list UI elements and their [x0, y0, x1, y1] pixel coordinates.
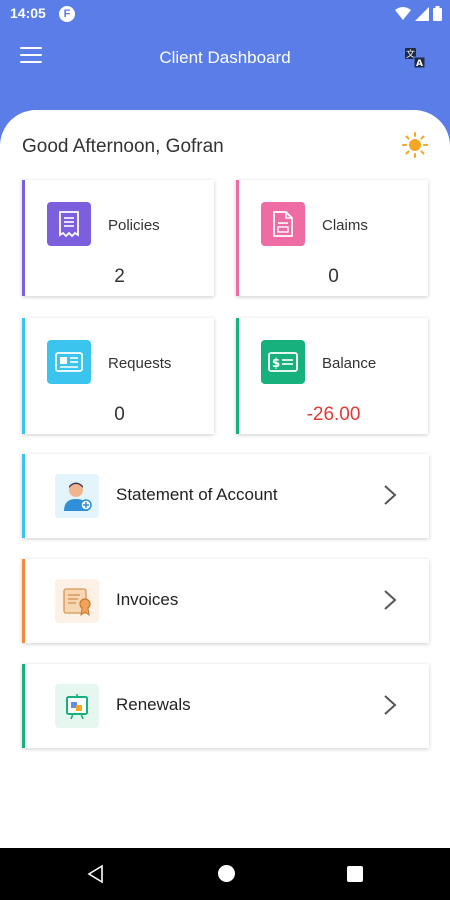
renewals-label: Renewals: [116, 695, 191, 714]
translate-icon[interactable]: 文 A: [403, 46, 427, 70]
requests-label: Requests: [108, 355, 172, 372]
balance-label: Balance: [322, 355, 377, 372]
renewal-easel-icon: [55, 684, 99, 728]
page-title: Client Dashboard: [159, 48, 291, 67]
invoice-certificate-icon: [55, 579, 99, 623]
app-bar: Client Dashboard 文 A: [0, 28, 450, 88]
balance-card[interactable]: $ Balance -26.00: [236, 318, 428, 434]
system-navigation-bar: [0, 848, 450, 900]
money-icon: $: [261, 340, 305, 384]
chevron-right-icon: [384, 590, 397, 610]
requests-card[interactable]: Requests 0: [22, 318, 214, 434]
greeting-text: Good Afternoon, Gofran: [22, 136, 224, 157]
policies-count: 2: [114, 266, 125, 287]
signal-icon: [415, 6, 429, 21]
chevron-right-icon: [384, 485, 397, 505]
claims-count: 0: [328, 266, 339, 287]
home-icon[interactable]: [218, 865, 235, 882]
back-icon[interactable]: [86, 864, 104, 884]
statement-of-account-label: Statement of Account: [116, 485, 278, 504]
requests-count: 0: [114, 404, 125, 425]
request-newspaper-icon: [47, 340, 91, 384]
statement-of-account-row[interactable]: Statement of Account: [22, 454, 429, 538]
sun-icon: [402, 132, 428, 158]
status-bar: 14:05 F: [0, 0, 450, 28]
invoices-label: Invoices: [116, 590, 179, 609]
status-time: 14:05: [10, 5, 46, 21]
renewals-row[interactable]: Renewals: [22, 664, 429, 748]
claim-file-icon: [261, 202, 305, 246]
claims-card[interactable]: Claims 0: [236, 180, 428, 296]
chevron-right-icon: [384, 695, 397, 715]
dashboard-content: Good Afternoon, Gofran Policies 2 Claims…: [0, 110, 450, 848]
battery-icon: [433, 6, 442, 21]
balance-amount: -26.00: [306, 404, 361, 425]
svg-text:$: $: [272, 356, 280, 370]
notification-app-icon: F: [59, 6, 75, 22]
policies-label: Policies: [108, 217, 160, 234]
account-person-icon: [55, 474, 99, 518]
svg-text:A: A: [416, 59, 423, 69]
wifi-icon: [395, 6, 411, 20]
invoices-row[interactable]: Invoices: [22, 559, 429, 643]
policies-card[interactable]: Policies 2: [22, 180, 214, 296]
policy-document-icon: [47, 202, 91, 246]
recent-apps-icon[interactable]: [347, 866, 363, 882]
claims-label: Claims: [322, 217, 368, 234]
